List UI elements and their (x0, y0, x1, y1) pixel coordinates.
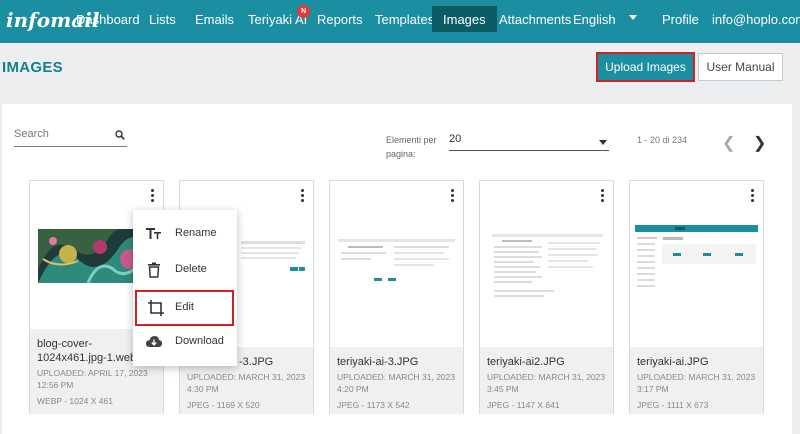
pagination-range: 1 - 20 di 234 (637, 135, 688, 145)
page-title: IMAGES (2, 59, 63, 76)
crop-icon (148, 300, 164, 316)
menu-item-delete[interactable]: Delete (133, 252, 237, 288)
image-thumbnail[interactable] (336, 236, 457, 288)
image-thumbnail[interactable] (635, 225, 758, 300)
per-page-select[interactable]: 20 (449, 133, 609, 151)
search-input[interactable] (14, 128, 109, 140)
upload-date: UPLOADED: MARCH 31, 2023 3:17 PM (637, 372, 756, 394)
cloud-download-icon (145, 336, 163, 347)
nav-images[interactable]: Images (432, 6, 497, 32)
top-nav: infomail Dashboard Lists Emails Teriyaki… (0, 0, 800, 43)
previous-page-icon[interactable]: ❮ (722, 133, 735, 153)
nav-profile[interactable]: Profile (662, 12, 699, 27)
card-info: teriyaki-ai.JPG UPLOADED: MARCH 31, 2023… (630, 347, 763, 414)
more-options-icon[interactable] (449, 189, 455, 203)
image-card[interactable]: teriyaki-ai2.JPG UPLOADED: MARCH 31, 202… (479, 180, 614, 414)
search-icon[interactable] (115, 130, 125, 140)
card-info: teriyaki-ai-3.JPG UPLOADED: MARCH 31, 20… (330, 347, 463, 414)
nav-attachments[interactable]: Attachments (499, 12, 571, 27)
nav-dashboard[interactable]: Dashboard (76, 12, 140, 27)
more-options-icon[interactable] (749, 189, 755, 203)
image-name: blog-cover-1024x461.jpg-1.web (37, 338, 137, 364)
image-meta: WEBP - 1024 X 461 (37, 396, 113, 406)
image-context-menu: Rename Delete Edit Download (133, 210, 237, 366)
user-manual-button[interactable]: User Manual (698, 53, 783, 81)
image-name: teriyaki-ai-3.JPG (337, 356, 419, 368)
card-info: teriyaki-ai2.JPG UPLOADED: MARCH 31, 202… (480, 347, 613, 414)
more-options-icon[interactable] (599, 189, 605, 203)
more-options-icon[interactable] (299, 189, 305, 203)
nav-reports[interactable]: Reports (317, 12, 363, 27)
nav-templates[interactable]: Templates (375, 12, 434, 27)
text-format-icon (146, 228, 161, 239)
image-name: teriyaki-ai2.JPG (487, 356, 565, 368)
per-page-label: Elementi per pagina: (386, 135, 437, 159)
nav-account-email[interactable]: info@hoplo.com (712, 12, 800, 27)
upload-date: UPLOADED: MARCH 31, 2023 3:45 PM (487, 372, 606, 394)
image-meta: JPEG - 1173 X 542 (337, 400, 410, 410)
new-badge: N (297, 5, 310, 18)
upload-date: UPLOADED: MARCH 31, 2023 4:30 PM (187, 372, 306, 394)
image-meta: JPEG - 1169 X 520 (187, 400, 260, 410)
more-options-icon[interactable] (149, 189, 155, 203)
menu-item-rename[interactable]: Rename (133, 216, 237, 252)
image-card[interactable]: teriyaki-ai-3.JPG UPLOADED: MARCH 31, 20… (329, 180, 464, 414)
trash-icon (148, 262, 160, 278)
menu-item-download[interactable]: Download (133, 324, 237, 360)
image-meta: JPEG - 1147 X 641 (487, 400, 560, 410)
nav-emails[interactable]: Emails (195, 12, 234, 27)
upload-images-button[interactable]: Upload Images (596, 52, 695, 82)
nav-lists[interactable]: Lists (149, 12, 176, 27)
menu-label: Edit (175, 301, 194, 313)
menu-label: Delete (175, 263, 207, 275)
chevron-down-icon (599, 140, 607, 145)
search-box (14, 125, 127, 147)
upload-date: UPLOADED: APRIL 17, 2023 12:56 PM (37, 368, 148, 390)
chevron-down-icon[interactable] (629, 15, 637, 20)
menu-item-edit[interactable]: Edit (135, 290, 234, 326)
per-page-value: 20 (449, 133, 462, 145)
language-select[interactable]: English (573, 12, 616, 27)
menu-label: Rename (175, 227, 217, 239)
image-card[interactable]: teriyaki-ai.JPG UPLOADED: MARCH 31, 2023… (629, 180, 764, 414)
image-meta: JPEG - 1111 X 673 (637, 400, 709, 410)
image-thumbnail[interactable] (490, 232, 605, 302)
menu-label: Download (175, 335, 224, 347)
image-name: teriyaki-ai.JPG (637, 356, 709, 368)
upload-date: UPLOADED: MARCH 31, 2023 4:20 PM (337, 372, 456, 394)
upload-images-label: Upload Images (605, 60, 686, 74)
next-page-icon[interactable]: ❯ (753, 133, 766, 153)
